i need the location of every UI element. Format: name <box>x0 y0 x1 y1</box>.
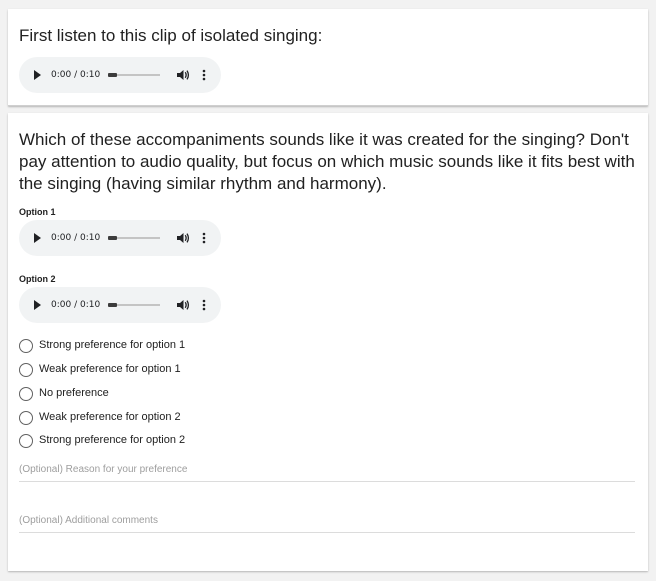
question-card: Which of these accompaniments sounds lik… <box>8 113 648 571</box>
option-2-audio-player[interactable]: 0:00 / 0:10 <box>19 287 221 323</box>
radio-circle-icon[interactable] <box>19 339 33 353</box>
radio-label: Strong preference for option 2 <box>39 434 186 446</box>
radio-label: Weak preference for option 2 <box>39 411 181 423</box>
comments-field <box>19 510 635 533</box>
radio-circle-icon[interactable] <box>19 411 33 425</box>
reason-input[interactable] <box>19 464 635 475</box>
option-1-label: Option 1 <box>19 207 56 217</box>
radio-circle-icon[interactable] <box>19 387 33 401</box>
volume-icon[interactable] <box>175 67 191 83</box>
play-icon[interactable] <box>34 300 41 310</box>
seek-bar[interactable] <box>108 303 160 307</box>
more-vert-icon[interactable] <box>201 67 207 83</box>
intro-card: First listen to this clip of isolated si… <box>8 9 648 106</box>
radio-circle-icon[interactable] <box>19 363 33 377</box>
question-text: Which of these accompaniments sounds lik… <box>19 130 635 193</box>
more-vert-icon[interactable] <box>201 230 207 246</box>
volume-icon[interactable] <box>175 230 191 246</box>
play-icon[interactable] <box>34 70 41 80</box>
radio-label: Weak preference for option 1 <box>39 363 181 375</box>
radio-circle-icon[interactable] <box>19 434 33 448</box>
reason-field <box>19 459 635 482</box>
time-display: 0:00 / 0:10 <box>51 70 101 80</box>
option-1-audio-player[interactable]: 0:00 / 0:10 <box>19 220 221 256</box>
intro-text: First listen to this clip of isolated si… <box>19 26 323 45</box>
radio-label: No preference <box>39 387 109 399</box>
more-vert-icon[interactable] <box>201 297 207 313</box>
time-display: 0:00 / 0:10 <box>51 233 101 243</box>
singing-audio-player[interactable]: 0:00 / 0:10 <box>19 57 221 93</box>
seek-bar[interactable] <box>108 236 160 240</box>
radio-label: Strong preference for option 1 <box>39 339 186 351</box>
play-icon[interactable] <box>34 233 41 243</box>
volume-icon[interactable] <box>175 297 191 313</box>
seek-bar[interactable] <box>108 73 160 77</box>
time-display: 0:00 / 0:10 <box>51 300 101 310</box>
option-2-label: Option 2 <box>19 274 56 284</box>
comments-input[interactable] <box>19 515 635 526</box>
